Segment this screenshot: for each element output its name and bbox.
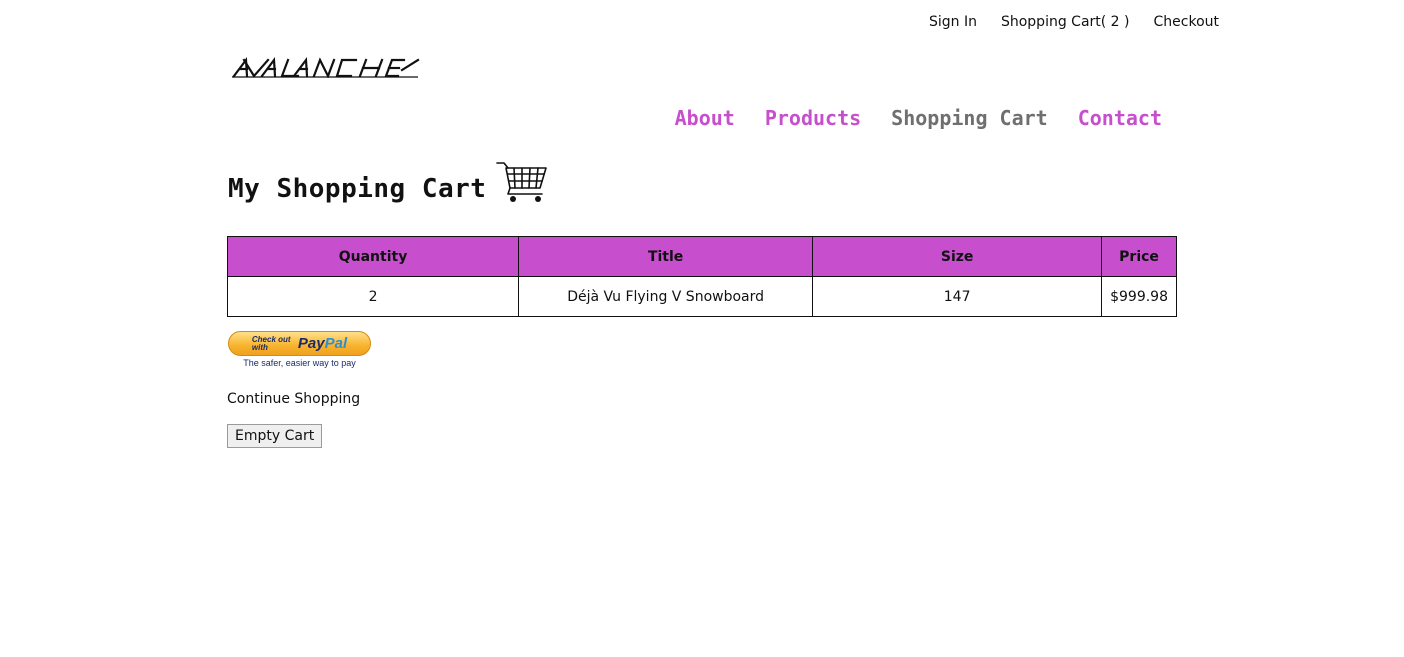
paypal-checkout-button[interactable]: Check out with PayPal The safer, easier … (228, 331, 371, 368)
table-header-row: Quantity Title Size Price (226, 236, 1177, 277)
nav-about[interactable]: About (675, 106, 735, 130)
col-title: Title (518, 236, 814, 277)
cell-price: $999.98 (1101, 276, 1177, 317)
main-nav: About Products Shopping Cart Contact (675, 106, 1162, 130)
cell-quantity: 2 (226, 276, 520, 317)
table-row: 2 Déjà Vu Flying V Snowboard 147 $999.98 (226, 276, 1177, 317)
cart-table: Quantity Title Size Price 2 Déjà Vu Flyi… (226, 236, 1177, 317)
col-size: Size (812, 236, 1103, 277)
col-quantity: Quantity (226, 236, 520, 277)
paypal-tagline: The safer, easier way to pay (243, 358, 356, 368)
nav-contact[interactable]: Contact (1078, 106, 1162, 130)
paypal-checkout-text: Check out with (251, 334, 291, 352)
nav-products[interactable]: Products (765, 106, 861, 130)
cell-size: 147 (812, 276, 1103, 317)
paypal-logo-pal: Pal (324, 335, 348, 352)
sign-in-link[interactable]: Sign In (929, 14, 977, 30)
shopping-cart-icon (496, 162, 548, 202)
paypal-button-face[interactable]: Check out with PayPal (228, 331, 371, 356)
page-title: My Shopping Cart (228, 174, 487, 204)
shopping-cart-link[interactable]: Shopping Cart( 2 ) (1001, 14, 1130, 30)
avalanche-logo[interactable] (232, 56, 420, 78)
nav-shopping-cart[interactable]: Shopping Cart (891, 106, 1048, 130)
empty-cart-button[interactable]: Empty Cart (227, 424, 323, 448)
page-heading: My Shopping Cart (228, 160, 548, 204)
paypal-logo: PayPal (298, 335, 347, 352)
checkout-link[interactable]: Checkout (1154, 14, 1220, 30)
paypal-logo-pay: Pay (297, 335, 325, 352)
top-utility-nav: Sign In Shopping Cart( 2 ) Checkout (929, 14, 1219, 30)
continue-shopping-link[interactable]: Continue Shopping (227, 391, 360, 407)
col-price: Price (1101, 236, 1177, 277)
cell-title: Déjà Vu Flying V Snowboard (518, 276, 814, 317)
